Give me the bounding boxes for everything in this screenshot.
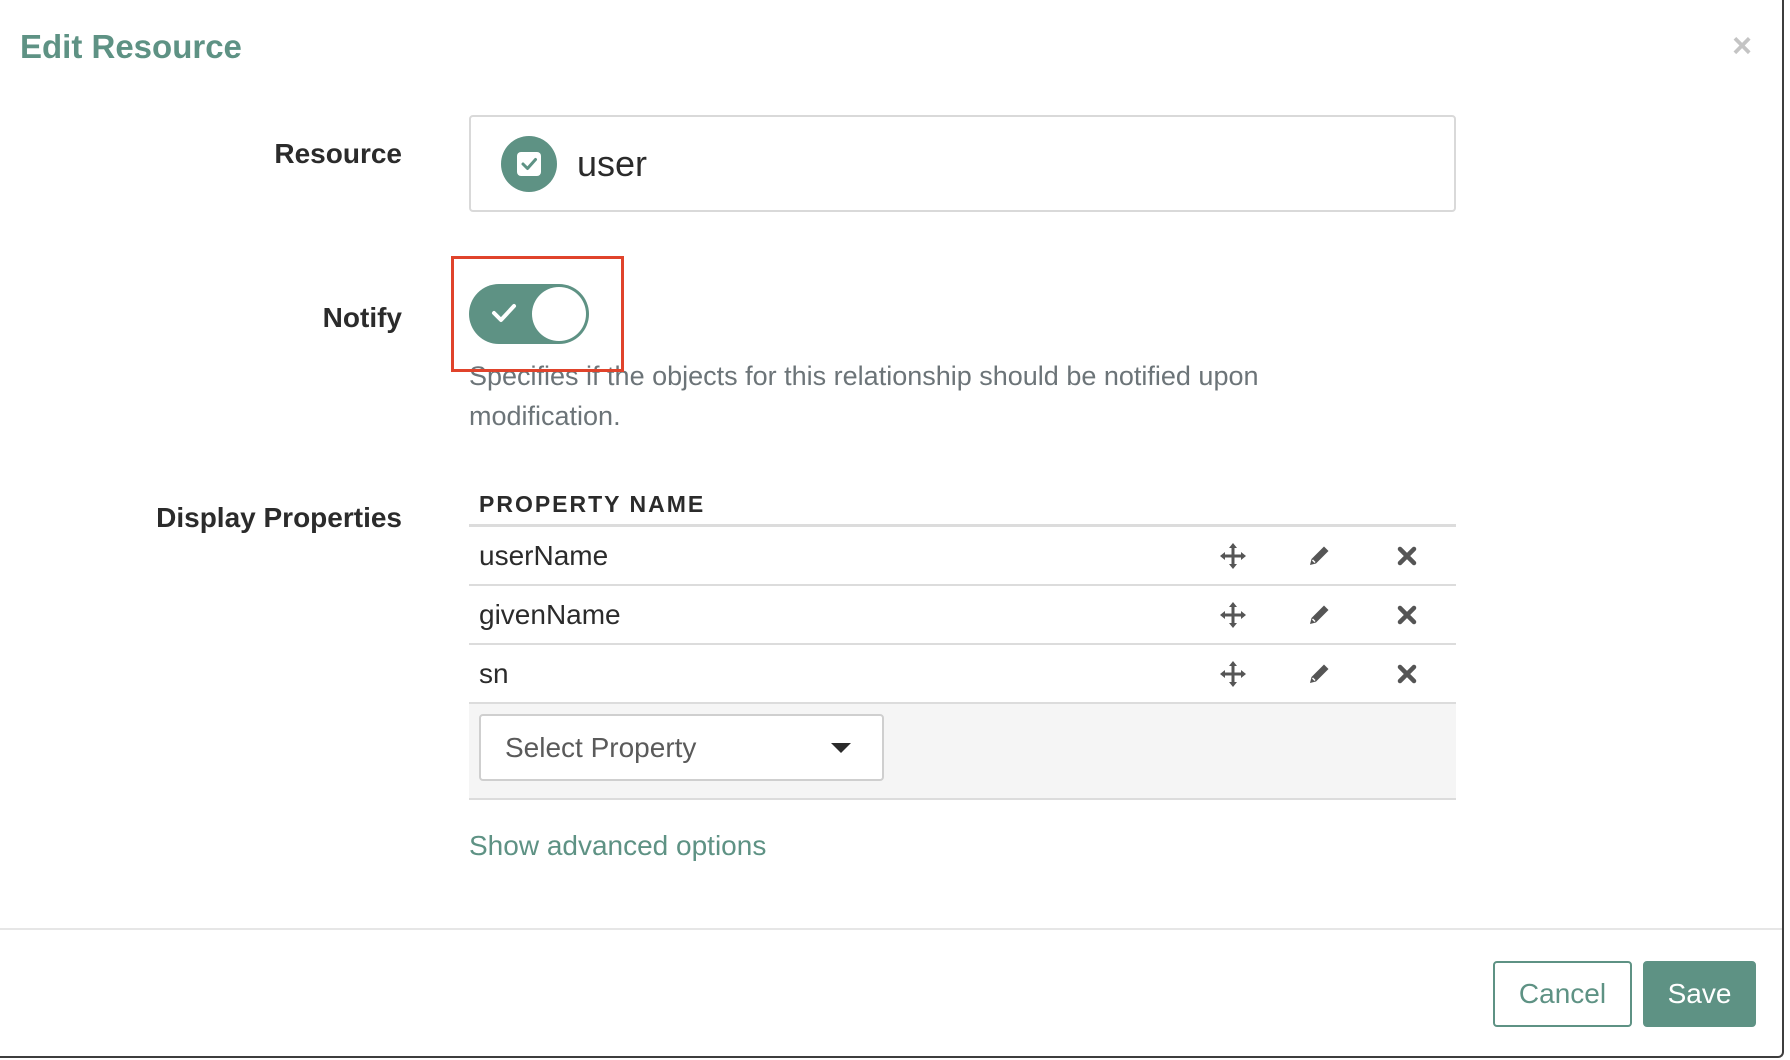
cancel-button[interactable]: Cancel bbox=[1493, 961, 1632, 1027]
notify-help-text: Specifies if the objects for this relati… bbox=[469, 361, 1259, 431]
property-name: sn bbox=[479, 657, 509, 689]
notify-toggle[interactable] bbox=[469, 284, 589, 344]
save-button[interactable]: Save bbox=[1643, 961, 1756, 1027]
select-property-dropdown[interactable]: Select Property bbox=[479, 714, 884, 781]
remove-icon[interactable] bbox=[1391, 658, 1423, 690]
pencil-icon[interactable] bbox=[1303, 658, 1335, 690]
resource-value: user bbox=[577, 142, 648, 184]
table-row: givenName bbox=[469, 586, 1456, 645]
property-name: userName bbox=[479, 539, 609, 571]
select-placeholder: Select Property bbox=[505, 732, 697, 763]
checkbox-icon bbox=[501, 135, 557, 192]
notify-label: Notify bbox=[322, 302, 402, 333]
property-name: givenName bbox=[479, 598, 621, 630]
toggle-knob bbox=[532, 287, 586, 341]
column-header-property-name: PROPERTY NAME bbox=[469, 484, 1456, 527]
check-icon bbox=[492, 304, 516, 322]
move-icon[interactable] bbox=[1217, 540, 1249, 572]
edit-resource-modal: Edit Resource × Resource user Notify Spe… bbox=[0, 0, 1784, 1058]
remove-icon[interactable] bbox=[1391, 599, 1423, 631]
footer-divider bbox=[0, 928, 1782, 930]
table-row: sn bbox=[469, 645, 1456, 704]
pencil-icon[interactable] bbox=[1303, 540, 1335, 572]
show-advanced-options-link[interactable]: Show advanced options bbox=[469, 830, 766, 862]
close-icon[interactable]: × bbox=[1724, 27, 1760, 65]
table-row: userName bbox=[469, 527, 1456, 586]
chevron-down-icon bbox=[831, 743, 851, 753]
resource-label: Resource bbox=[274, 138, 402, 169]
modal-title: Edit Resource bbox=[20, 28, 242, 65]
remove-icon[interactable] bbox=[1391, 540, 1423, 572]
move-icon[interactable] bbox=[1217, 599, 1249, 631]
move-icon[interactable] bbox=[1217, 658, 1249, 690]
display-properties-label: Display Properties bbox=[156, 502, 402, 533]
add-property-row: Select Property bbox=[469, 704, 1456, 800]
properties-table: PROPERTY NAME userName givenName sn Sele… bbox=[469, 484, 1456, 800]
pencil-icon[interactable] bbox=[1303, 599, 1335, 631]
resource-field: user bbox=[469, 115, 1456, 212]
